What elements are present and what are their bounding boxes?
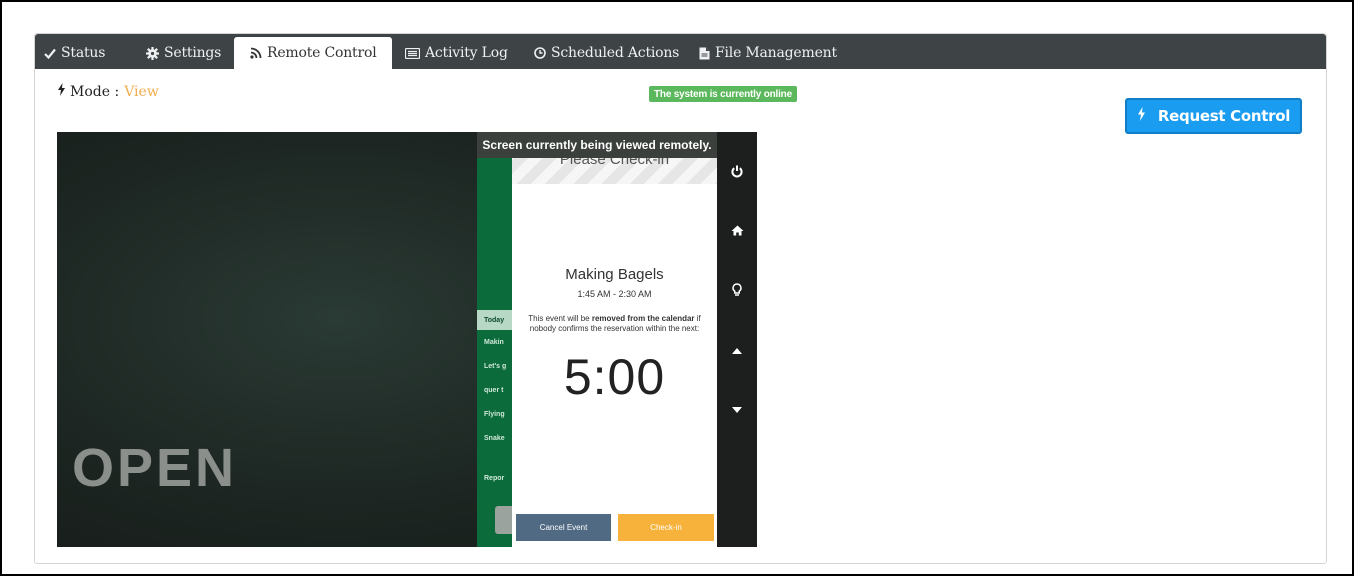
countdown-timer: 5:00 — [563, 349, 666, 405]
list-item: quer t — [484, 386, 504, 394]
page-frame: Status Settings Remote Control Activity … — [0, 0, 1354, 576]
tab-status[interactable]: Status — [44, 37, 105, 69]
tab-activity-log-label: Activity Log — [425, 45, 508, 61]
tab-scheduled-actions[interactable]: Scheduled Actions — [534, 37, 679, 69]
tab-scheduled-actions-label: Scheduled Actions — [551, 45, 680, 61]
home-icon[interactable] — [717, 215, 757, 245]
dialog-message: This event will be removed from the cale… — [524, 314, 705, 334]
list-item: Makin — [484, 338, 504, 346]
room-status-text: OPEN — [72, 438, 238, 498]
tab-status-label: Status — [61, 45, 106, 61]
message-emphasis: removed from the calendar — [591, 314, 695, 323]
list-button — [495, 506, 512, 534]
tab-settings-label: Settings — [164, 45, 222, 61]
rss-icon — [250, 47, 262, 59]
cancel-event-button[interactable]: Cancel Event — [516, 514, 611, 541]
lightbulb-icon[interactable] — [717, 275, 757, 305]
gear-icon — [146, 46, 159, 60]
tab-bar: Status Settings Remote Control Activity … — [35, 34, 1326, 69]
event-name: Making Bagels — [565, 266, 664, 283]
list-item: Today — [477, 310, 512, 330]
bolt-icon — [57, 83, 66, 100]
mode-value: View — [124, 83, 159, 100]
power-icon[interactable] — [717, 156, 757, 186]
tab-settings[interactable]: Settings — [146, 37, 221, 69]
device-sidebar — [717, 132, 757, 547]
caret-down-icon[interactable] — [717, 395, 757, 425]
tab-file-management-label: File Management — [715, 45, 837, 61]
check-in-button[interactable]: Check-in — [618, 514, 714, 541]
check-in-dialog: Please Check-in Making Bagels 1:45 AM - … — [512, 132, 717, 547]
file-icon — [699, 47, 710, 60]
caret-up-icon[interactable] — [717, 336, 757, 366]
remote-screen-view[interactable]: Today Makin Let's g quer t Flying Snake … — [57, 132, 757, 547]
bolt-icon — [1137, 107, 1146, 125]
list-icon — [405, 47, 420, 59]
tab-remote-control-label: Remote Control — [267, 45, 377, 61]
request-control-label: Request Control — [1157, 107, 1291, 125]
tab-remote-control[interactable]: Remote Control — [234, 37, 393, 69]
request-control-button[interactable]: Request Control — [1125, 98, 1302, 134]
status-badge: The system is currently online — [649, 86, 797, 102]
list-item: Flying — [484, 410, 505, 418]
clock-icon — [534, 47, 546, 59]
event-time: 1:45 AM - 2:30 AM — [577, 289, 652, 299]
tab-file-management[interactable]: File Management — [699, 37, 837, 69]
list-item: Let's g — [484, 362, 507, 370]
device-panel: Status Settings Remote Control Activity … — [34, 33, 1327, 564]
remote-view-banner: Screen currently being viewed remotely. — [477, 132, 717, 158]
tab-activity-log[interactable]: Activity Log — [405, 37, 508, 69]
list-item: Repor — [484, 474, 505, 482]
check-icon — [44, 48, 56, 59]
mode-indicator: Mode : View — [57, 83, 159, 100]
mode-label: Mode : — [70, 83, 120, 100]
list-item: Snake — [484, 434, 505, 442]
message-text: This event will be — [528, 314, 592, 323]
schedule-list: Today Makin Let's g quer t Flying Snake … — [477, 310, 512, 547]
